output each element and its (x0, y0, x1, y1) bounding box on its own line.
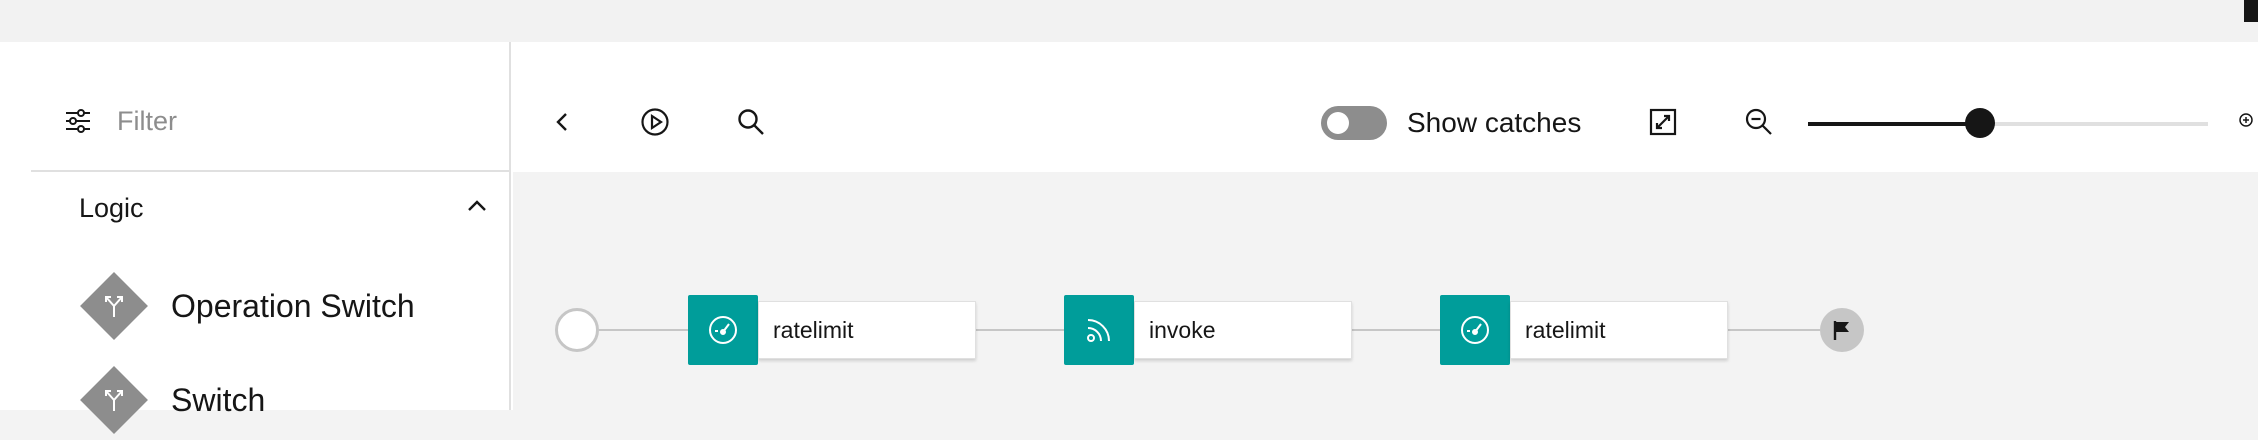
policy-node-invoke[interactable]: invoke (1064, 295, 1352, 365)
flag-icon (1833, 321, 1849, 340)
show-catches-label: Show catches (1407, 107, 1582, 138)
fit-to-screen-icon (1649, 108, 1677, 136)
zoom-slider-thumb[interactable] (1965, 108, 1995, 138)
palette-item-label: Operation Switch (171, 287, 415, 324)
search-icon (738, 109, 764, 135)
policy-node-box: ratelimit (758, 301, 976, 359)
toggle-knob (1327, 112, 1349, 134)
policy-node-label: invoke (1149, 316, 1216, 343)
play-circle-icon (641, 108, 669, 136)
filter-sliders-icon[interactable] (63, 106, 93, 136)
run-button[interactable] (635, 102, 675, 142)
flow-canvas[interactable]: ratelimit invoke ratelimit (513, 172, 2258, 410)
canvas-toolbar: Show catches (513, 72, 2258, 172)
zoom-slider-fill (1808, 122, 1980, 126)
policy-node-box: ratelimit (1510, 301, 1728, 359)
search-button[interactable] (731, 102, 771, 142)
zoom-slider[interactable] (1808, 108, 2208, 138)
dashboard-gauge-icon (1440, 295, 1510, 365)
end-node[interactable] (1820, 308, 1864, 352)
policy-node-label: ratelimit (1525, 316, 1606, 343)
palette-item-label: Switch (171, 381, 266, 418)
show-catches-toggle[interactable] (1321, 106, 1387, 140)
filter-input[interactable] (117, 105, 477, 137)
policy-node-ratelimit[interactable]: ratelimit (688, 295, 976, 365)
zoom-in-button[interactable] (2238, 102, 2258, 142)
policy-node-box: invoke (1134, 301, 1352, 359)
signal-invoke-icon (1064, 295, 1134, 365)
zoom-in-icon (2239, 113, 2253, 127)
zoom-out-button[interactable] (1739, 102, 1779, 142)
zoom-out-icon (1745, 108, 1772, 135)
category-label: Logic (79, 192, 144, 223)
fit-to-screen-button[interactable] (1643, 102, 1683, 142)
dashboard-gauge-icon (688, 295, 758, 365)
back-button[interactable] (543, 102, 583, 142)
top-strip (0, 0, 2258, 42)
branch-icon (79, 271, 149, 341)
assembly-editor: Logic Operation Switch Switch (0, 42, 2258, 434)
chevron-up-icon (465, 194, 489, 223)
palette-sidebar: Logic Operation Switch Switch (31, 42, 511, 434)
category-header-logic[interactable]: Logic (31, 174, 511, 242)
palette-item-switch[interactable]: Switch (79, 360, 499, 440)
policy-node-ratelimit[interactable]: ratelimit (1440, 295, 1728, 365)
branch-icon (79, 365, 149, 435)
canvas-area: Show catches ratelimit invoke ratelimit (513, 42, 2258, 410)
chevron-left-icon (556, 113, 567, 131)
palette-item-operation-switch[interactable]: Operation Switch (79, 266, 499, 346)
start-node[interactable] (555, 308, 599, 352)
corner-block (2244, 0, 2258, 22)
filter-bar (31, 72, 511, 172)
policy-node-label: ratelimit (773, 316, 854, 343)
